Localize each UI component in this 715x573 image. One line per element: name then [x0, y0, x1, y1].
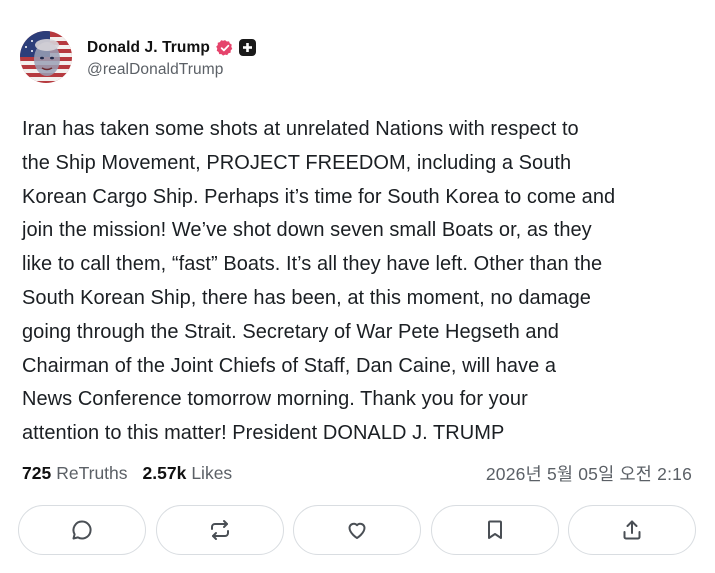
bookmark-icon [483, 518, 507, 542]
author-names: Donald J. Trump @realDonaldTrump [87, 36, 256, 79]
retruths-label[interactable]: ReTruths [56, 463, 127, 484]
verified-badge-icon [216, 39, 234, 57]
reply-icon [70, 518, 94, 542]
likes-count[interactable]: 2.57k [143, 463, 187, 484]
share-icon [620, 518, 644, 542]
retruth-icon [208, 518, 232, 542]
share-button[interactable] [568, 505, 696, 555]
likes-label[interactable]: Likes [191, 463, 232, 484]
author-handle[interactable]: @realDonaldTrump [87, 61, 256, 79]
post-header: Donald J. Trump @realDonaldTrump [20, 30, 256, 84]
avatar-image [20, 31, 72, 83]
retruths-count[interactable]: 725 [22, 463, 51, 484]
truth-post: Donald J. Trump @realDonaldTrump Iran ha… [0, 0, 715, 573]
action-bar [18, 505, 696, 557]
post-stats: 725 ReTruths 2.57k Likes 2026년 5월 05일 오전… [22, 460, 692, 486]
like-button[interactable] [293, 505, 421, 555]
post-body-text: Iran has taken some shots at unrelated N… [22, 118, 616, 445]
avatar[interactable] [20, 31, 72, 83]
author-display-name[interactable]: Donald J. Trump [87, 39, 210, 57]
reply-button[interactable] [18, 505, 146, 555]
post-timestamp[interactable]: 2026년 5월 05일 오전 2:16 [486, 461, 692, 486]
like-icon [345, 518, 369, 542]
name-row: Donald J. Trump [87, 36, 256, 60]
bookmark-button[interactable] [430, 505, 559, 555]
retruth-button[interactable] [155, 505, 284, 555]
plus-badge-icon [238, 39, 256, 56]
